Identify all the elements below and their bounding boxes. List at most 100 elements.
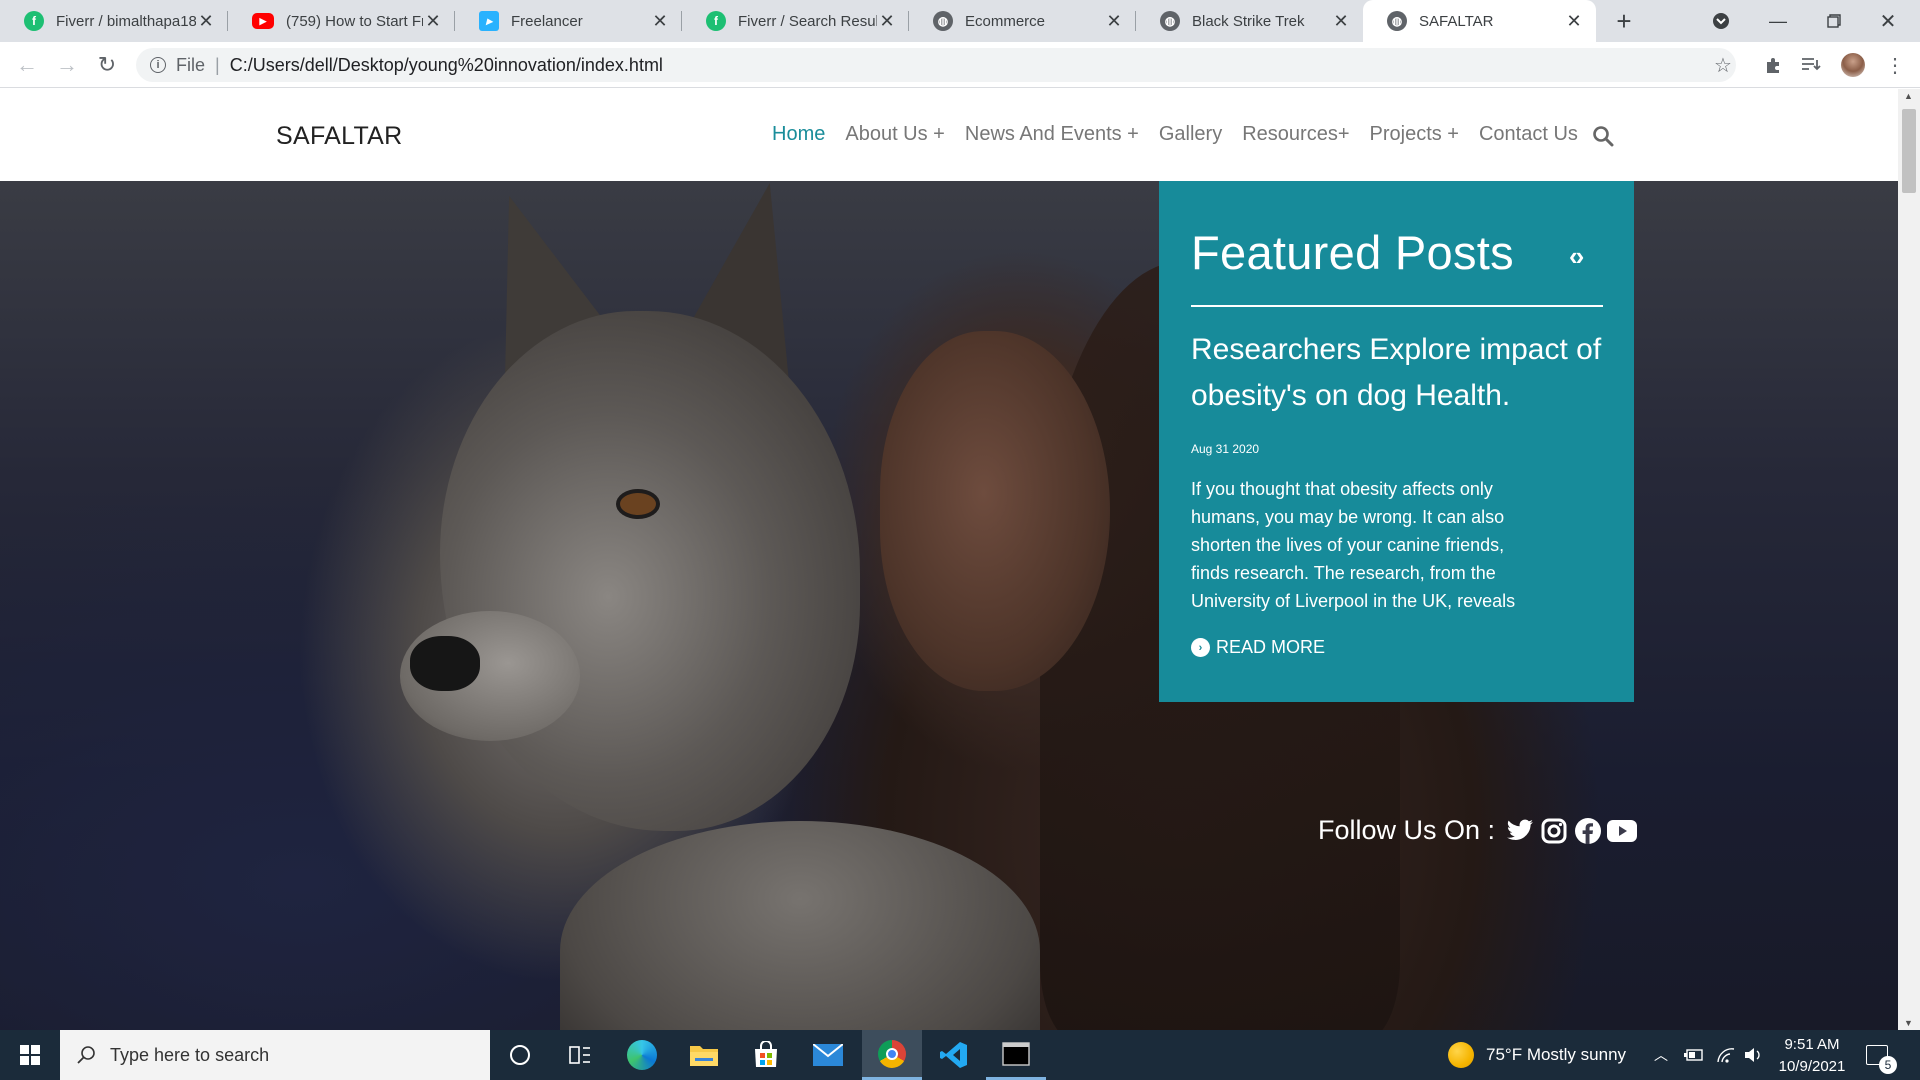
chevron-right-circle-icon: ›	[1191, 638, 1210, 657]
tab-title: SAFALTAR	[1419, 12, 1494, 30]
windows-start-icon[interactable]	[0, 1030, 60, 1080]
mail-icon[interactable]	[798, 1030, 858, 1080]
bookmark-star-icon[interactable]: ☆	[1708, 50, 1738, 80]
tab-title: Freelancer	[511, 12, 583, 30]
instagram-icon[interactable]	[1539, 816, 1569, 846]
site-logo[interactable]: SAFALTAR	[276, 122, 403, 151]
read-more-label: READ MORE	[1216, 637, 1326, 657]
url-text[interactable]: C:/Users/dell/Desktop/young%20innovation…	[230, 55, 663, 76]
close-icon[interactable]: ✕	[1331, 11, 1351, 32]
battery-icon[interactable]	[1684, 1030, 1704, 1080]
site-header: SAFALTAR Home About Us + News And Events…	[0, 89, 1898, 181]
search-icon[interactable]	[1592, 125, 1614, 147]
taskbar-clock[interactable]: 9:51 AM 10/9/2021	[1772, 1034, 1852, 1078]
nav-resources[interactable]: Resources+	[1242, 123, 1349, 146]
carousel-arrows-icon[interactable]: ‹›	[1569, 241, 1584, 272]
twitter-icon[interactable]	[1505, 816, 1535, 846]
info-icon[interactable]: i	[150, 57, 166, 73]
close-icon[interactable]: ✕	[1104, 11, 1124, 32]
microsoft-store-icon[interactable]	[736, 1030, 796, 1080]
hero-photo-woman	[880, 331, 1110, 691]
featured-title: Featured Posts	[1191, 226, 1514, 279]
page-scrollbar[interactable]: ▲ ▼	[1898, 89, 1920, 1030]
nav-news-and-events[interactable]: News And Events +	[965, 123, 1139, 146]
browser-tab[interactable]: ▸ Freelancer ✕	[455, 0, 682, 42]
task-view-icon[interactable]	[550, 1030, 610, 1080]
nav-gallery[interactable]: Gallery	[1159, 123, 1222, 146]
post-title[interactable]: Researchers Explore impact of obesity's …	[1191, 327, 1611, 419]
profile-avatar[interactable]	[1838, 50, 1868, 80]
search-icon	[77, 1046, 95, 1064]
sun-cloud-icon	[1448, 1042, 1474, 1068]
file-label: File	[176, 54, 206, 75]
vscode-icon[interactable]	[924, 1030, 984, 1080]
wifi-icon[interactable]	[1716, 1030, 1736, 1080]
close-window-icon[interactable]: ✕	[1870, 0, 1906, 42]
nav-home[interactable]: Home	[772, 123, 825, 146]
tab-title: Fiverr / bimalthapa180	[56, 12, 196, 30]
edge-icon[interactable]	[612, 1030, 672, 1080]
browser-tab[interactable]: ◍ Black Strike Trek ✕	[1136, 0, 1363, 42]
notifications-icon[interactable]: 5	[1866, 1030, 1897, 1080]
browser-toolbar: ← → ↻ i File | C:/Users/dell/Desktop/you…	[0, 42, 1920, 88]
restore-icon[interactable]	[1816, 0, 1852, 42]
close-icon[interactable]: ✕	[196, 11, 216, 32]
weather-widget[interactable]: 75°F Mostly sunny	[1448, 1030, 1626, 1080]
terminal-icon[interactable]	[986, 1030, 1046, 1080]
follow-label: Follow Us On :	[1318, 815, 1496, 845]
minimize-icon[interactable]: —	[1760, 0, 1796, 42]
scroll-up-icon[interactable]: ▲	[1904, 91, 1913, 101]
close-icon[interactable]: ✕	[1564, 11, 1584, 32]
browser-tab[interactable]: f Fiverr / Search Results ✕	[682, 0, 909, 42]
youtube-icon: ▶	[252, 13, 274, 29]
freelancer-icon: ▸	[479, 11, 499, 31]
menu-kebab-icon[interactable]: ⋮	[1880, 50, 1910, 80]
post-excerpt: If you thought that obesity affects only…	[1191, 479, 1516, 611]
close-icon[interactable]: ✕	[423, 11, 443, 32]
post-date: Aug 31 2020	[1191, 442, 1260, 456]
youtube-icon[interactable]	[1607, 816, 1638, 846]
browser-tab[interactable]: f Fiverr / bimalthapa180 ✕	[0, 0, 228, 42]
show-hidden-icons[interactable]: ︿	[1654, 1030, 1668, 1080]
back-icon[interactable]: ←	[12, 50, 42, 80]
nav-about-us[interactable]: About Us +	[845, 123, 945, 146]
tab-title: Fiverr / Search Results	[738, 12, 877, 30]
tab-title: Ecommerce	[965, 12, 1046, 30]
divider	[1191, 305, 1603, 307]
globe-icon: ◍	[933, 11, 953, 31]
tab-title: Black Strike Trek	[1192, 12, 1305, 30]
featured-posts-card: Featured Posts ‹› Researchers Explore im…	[1159, 181, 1634, 702]
read-more-link[interactable]: › READ MORE	[1191, 637, 1325, 658]
cortana-icon[interactable]	[490, 1030, 550, 1080]
browser-tab[interactable]: ◍ Ecommerce ✕	[909, 0, 1136, 42]
chrome-icon[interactable]	[862, 1030, 922, 1080]
nav-contact-us[interactable]: Contact Us	[1479, 123, 1578, 146]
reading-list-icon[interactable]	[1796, 50, 1826, 80]
hero-photo-dog	[440, 311, 860, 831]
nav-projects[interactable]: Projects +	[1370, 123, 1459, 146]
globe-icon: ◍	[1160, 11, 1180, 31]
tab-search-icon[interactable]	[1706, 0, 1736, 42]
taskbar-search-box[interactable]: Type here to search	[60, 1030, 490, 1080]
browser-tab-active[interactable]: ◍ SAFALTAR ✕	[1363, 0, 1596, 42]
file-explorer-icon[interactable]	[674, 1030, 734, 1080]
scroll-down-icon[interactable]: ▼	[1904, 1018, 1913, 1028]
forward-icon[interactable]: →	[52, 50, 82, 80]
new-tab-button[interactable]: +	[1606, 0, 1642, 42]
close-icon[interactable]: ✕	[877, 11, 897, 32]
close-icon[interactable]: ✕	[650, 11, 670, 32]
reload-icon[interactable]: ↻	[92, 50, 122, 80]
fiverr-icon: f	[24, 11, 44, 31]
volume-icon[interactable]	[1744, 1030, 1762, 1080]
clock-time: 9:51 AM	[1784, 1036, 1840, 1053]
facebook-icon[interactable]	[1573, 816, 1603, 846]
taskbar-search-placeholder: Type here to search	[110, 1044, 270, 1065]
address-bar[interactable]: i File | C:/Users/dell/Desktop/young%20i…	[136, 48, 1736, 82]
scrollbar-thumb[interactable]	[1902, 109, 1916, 193]
clock-date: 10/9/2021	[1778, 1058, 1846, 1075]
follow-us: Follow Us On :	[1318, 815, 1638, 846]
browser-tab[interactable]: ▶ (759) How to Start Fre ✕	[228, 0, 455, 42]
extensions-icon[interactable]	[1758, 50, 1788, 80]
fiverr-icon: f	[706, 11, 726, 31]
windows-taskbar: Type here to search 75°F Mostly sunny ︿	[0, 1030, 1920, 1080]
